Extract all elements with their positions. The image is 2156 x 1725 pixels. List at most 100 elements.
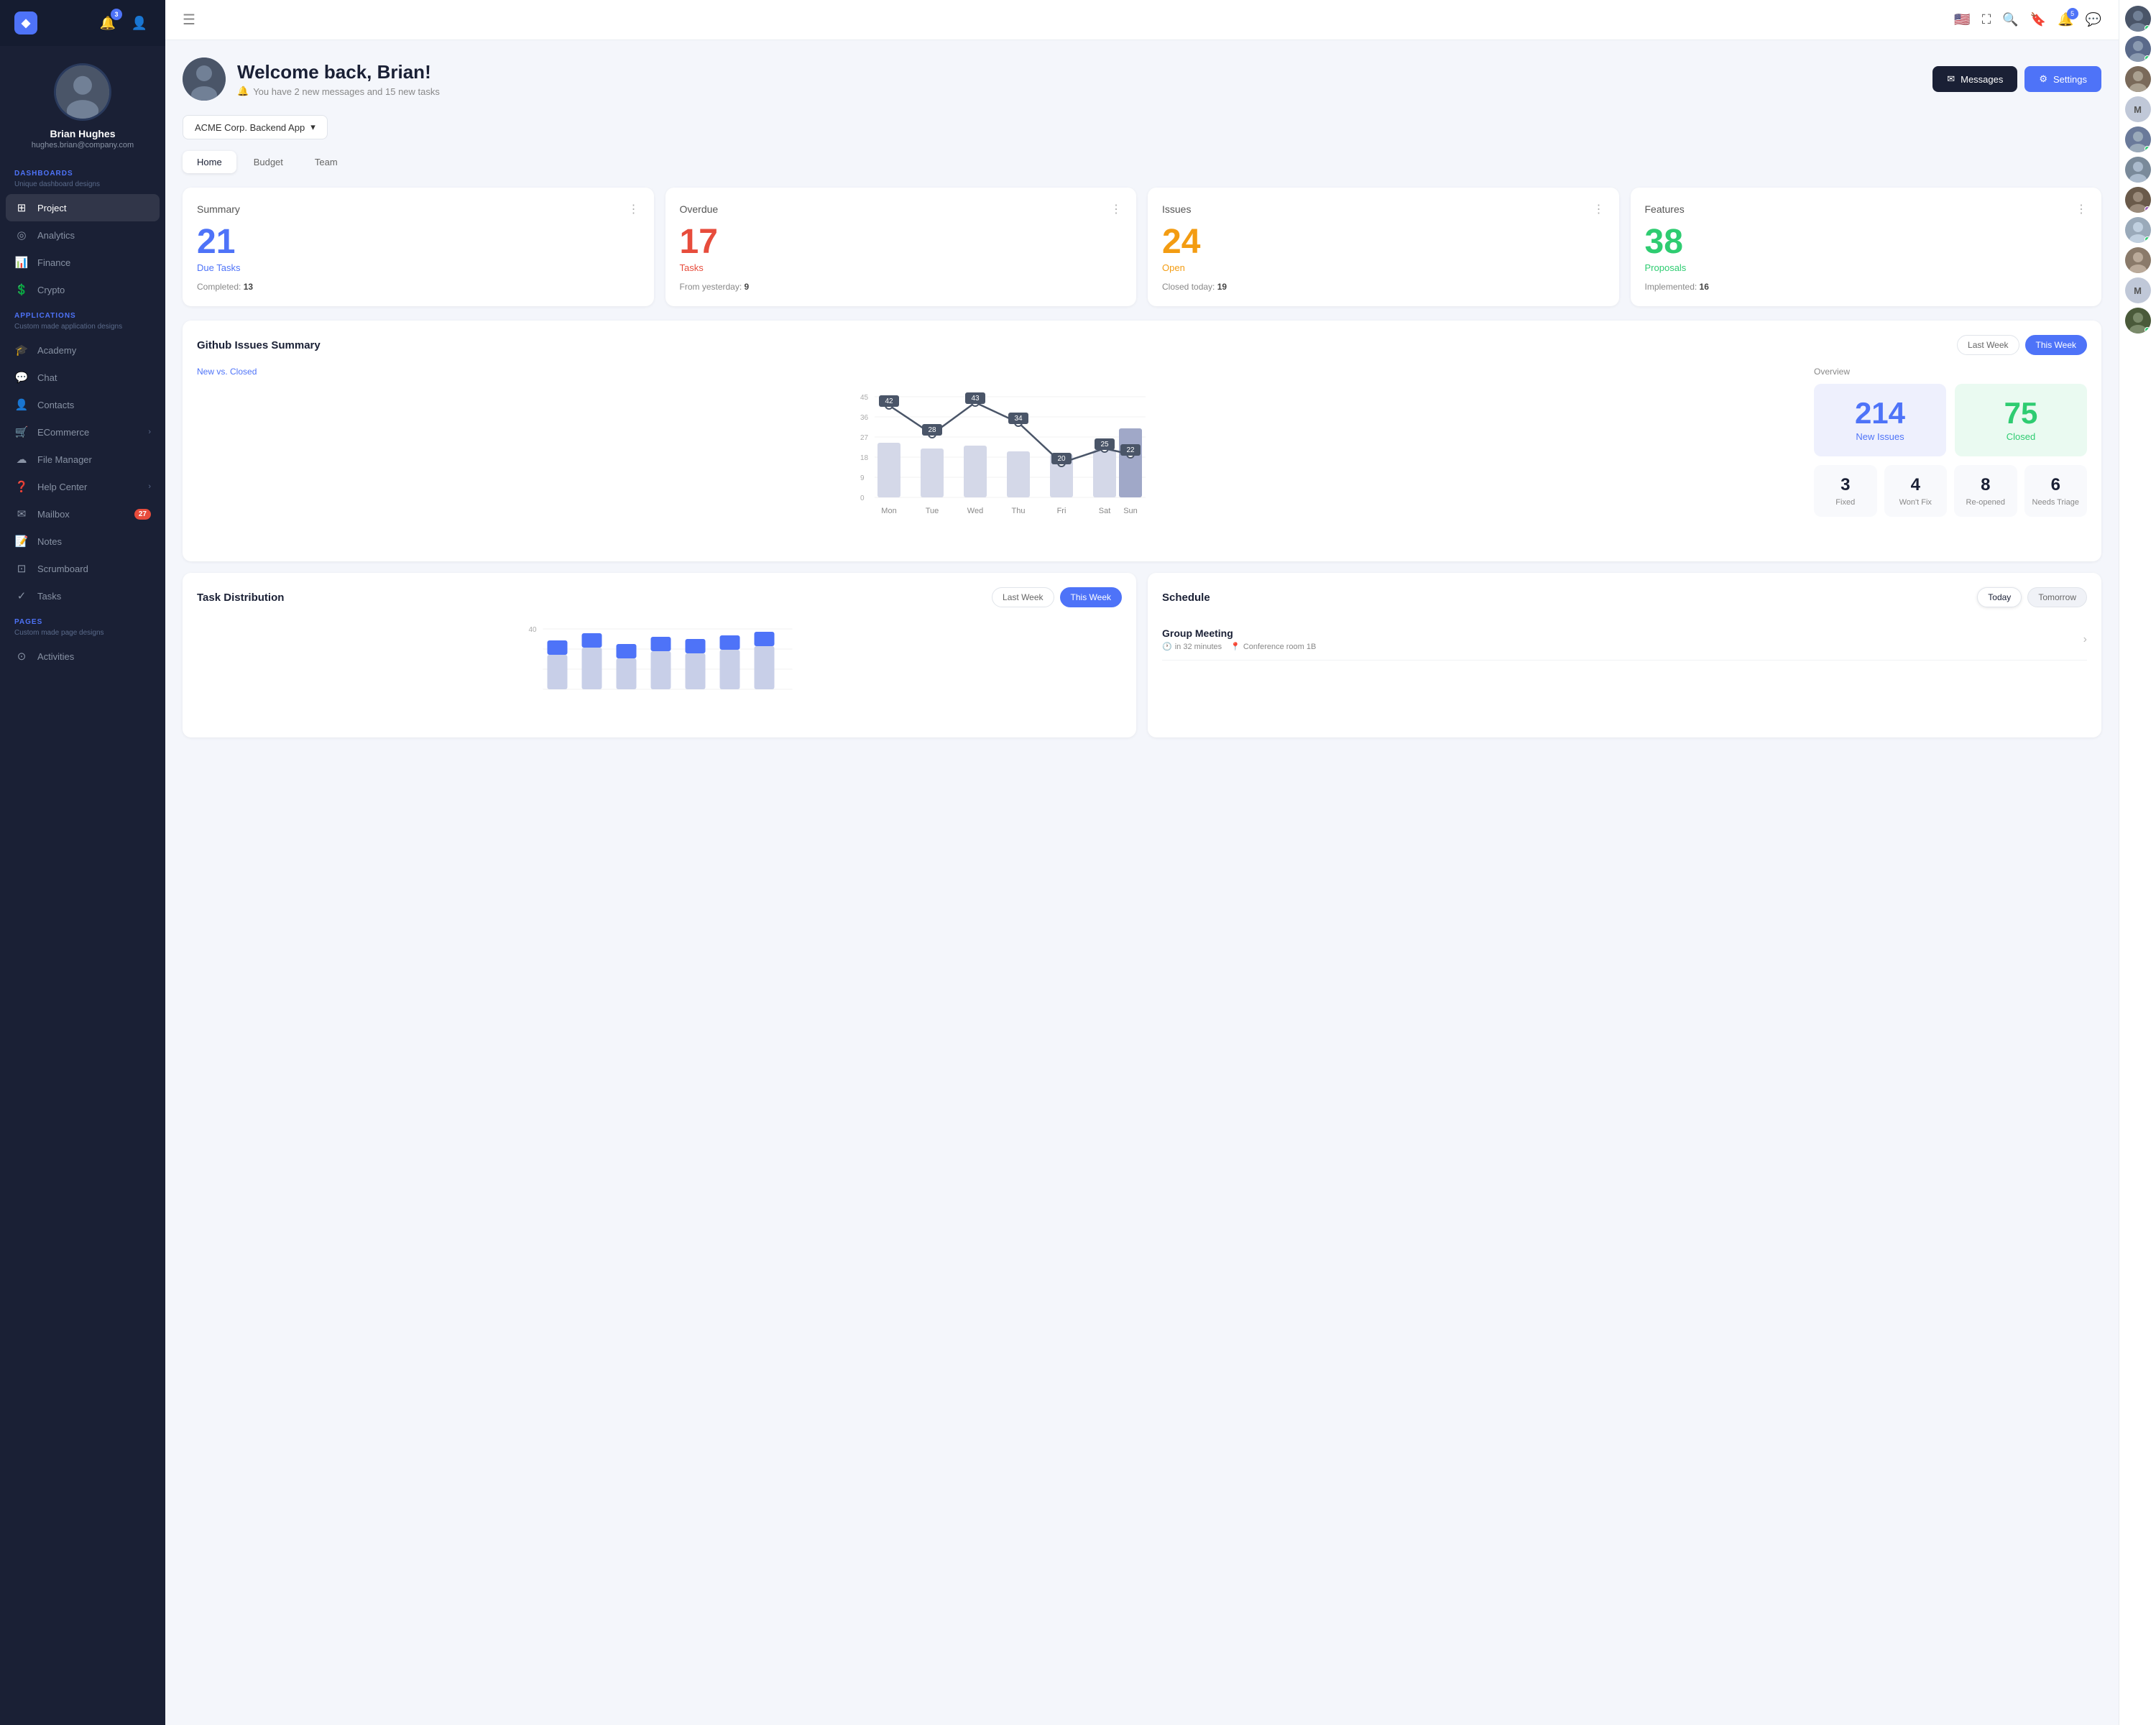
right-avatar-7[interactable] bbox=[2125, 187, 2151, 213]
sidebar-item-tasks[interactable]: ✓ Tasks bbox=[0, 582, 165, 610]
schedule-tabs: Today Tomorrow bbox=[1977, 587, 2087, 607]
card-overdue-header: Overdue ⋮ bbox=[680, 202, 1123, 216]
summary-cards: Summary ⋮ 21 Due Tasks Completed: 13 Ove… bbox=[183, 188, 2101, 306]
schedule-tab-today[interactable]: Today bbox=[1977, 587, 2022, 607]
schedule-event-group-meeting: Group Meeting 🕐 in 32 minutes 📍 Conferen… bbox=[1162, 619, 2087, 661]
sidebar-item-file-manager[interactable]: ☁ File Manager bbox=[0, 446, 165, 473]
right-avatar-3[interactable] bbox=[2125, 66, 2151, 92]
right-avatar-8[interactable] bbox=[2125, 217, 2151, 243]
sidebar-item-activities[interactable]: ⊙ Activities bbox=[0, 643, 165, 670]
top-bar: ☰ 🇺🇸 ⛶ 🔍 🔖 🔔 5 💬 bbox=[165, 0, 2119, 40]
settings-button[interactable]: ⚙ Settings bbox=[2024, 66, 2101, 92]
notes-icon: 📝 bbox=[14, 535, 29, 548]
notifications-button[interactable]: 🔔 3 bbox=[96, 12, 119, 34]
svg-text:Wed: Wed bbox=[967, 507, 983, 515]
academy-icon: 🎓 bbox=[14, 344, 29, 356]
sidebar-item-help-center[interactable]: ❓ Help Center › bbox=[0, 473, 165, 500]
github-this-week-btn[interactable]: This Week bbox=[2025, 335, 2087, 355]
card-issues-menu[interactable]: ⋮ bbox=[1593, 202, 1605, 216]
sidebar-item-label: Project bbox=[37, 203, 66, 213]
overdue-label: Tasks bbox=[680, 262, 1123, 273]
overdue-big-num: 17 bbox=[680, 225, 1123, 259]
main-area: ☰ 🇺🇸 ⛶ 🔍 🔖 🔔 5 💬 bbox=[165, 0, 2119, 1725]
fullscreen-icon[interactable]: ⛶ bbox=[1982, 12, 1991, 27]
app-selector[interactable]: ACME Corp. Backend App ▾ bbox=[183, 115, 328, 139]
sidebar-item-notes[interactable]: 📝 Notes bbox=[0, 528, 165, 555]
chart-right: Overview 214 New Issues 75 Closed bbox=[1814, 367, 2087, 547]
sidebar: ◆ 🔔 3 👤 Brian Hughes hughes.brian@compan… bbox=[0, 0, 165, 1725]
sidebar-item-analytics[interactable]: ◎ Analytics bbox=[0, 221, 165, 249]
new-issues-num: 214 bbox=[1855, 398, 1905, 428]
finance-icon: 📊 bbox=[14, 256, 29, 269]
top-chat-icon[interactable]: 💬 bbox=[2086, 12, 2101, 27]
sidebar-item-label: Crypto bbox=[37, 285, 65, 295]
user-menu-button[interactable]: 👤 bbox=[128, 12, 151, 34]
needs-triage-num: 6 bbox=[2032, 475, 2081, 495]
welcome-buttons: ✉ Messages ⚙ Settings bbox=[1932, 66, 2101, 92]
online-indicator bbox=[2145, 25, 2150, 31]
reopened-label: Re-opened bbox=[1961, 498, 2010, 507]
event-location: 📍 Conference room 1B bbox=[1230, 642, 1316, 651]
search-icon[interactable]: 🔍 bbox=[2002, 12, 2018, 27]
right-avatar-1[interactable] bbox=[2125, 6, 2151, 32]
contacts-icon: 👤 bbox=[14, 398, 29, 411]
tab-home[interactable]: Home bbox=[183, 151, 236, 173]
sidebar-item-academy[interactable]: 🎓 Academy bbox=[0, 336, 165, 364]
bookmark-icon[interactable]: 🔖 bbox=[2030, 12, 2046, 27]
event-title: Group Meeting bbox=[1162, 627, 1316, 639]
schedule-tab-tomorrow[interactable]: Tomorrow bbox=[2027, 587, 2087, 607]
svg-text:Sat: Sat bbox=[1099, 507, 1111, 515]
github-week-toggle: Last Week This Week bbox=[1957, 335, 2087, 355]
sidebar-item-ecommerce[interactable]: 🛒 ECommerce › bbox=[0, 418, 165, 446]
app-logo[interactable]: ◆ bbox=[14, 12, 37, 34]
card-features: Features ⋮ 38 Proposals Implemented: 16 bbox=[1631, 188, 2102, 306]
right-avatar-10[interactable]: M bbox=[2125, 277, 2151, 303]
pages-label: PAGES bbox=[0, 610, 165, 629]
right-avatar-5[interactable] bbox=[2125, 126, 2151, 152]
github-last-week-btn[interactable]: Last Week bbox=[1957, 335, 2019, 355]
flag-icon[interactable]: 🇺🇸 bbox=[1954, 12, 1970, 27]
fixed-label: Fixed bbox=[1821, 498, 1870, 507]
messages-button[interactable]: ✉ Messages bbox=[1932, 66, 2017, 92]
right-avatar-4[interactable]: M bbox=[2125, 96, 2151, 122]
sidebar-item-contacts[interactable]: 👤 Contacts bbox=[0, 391, 165, 418]
task-this-week-btn[interactable]: This Week bbox=[1060, 587, 1122, 607]
help-arrow: › bbox=[148, 482, 151, 491]
svg-text:18: 18 bbox=[860, 454, 869, 462]
card-summary-header: Summary ⋮ bbox=[197, 202, 640, 216]
summary-big-num: 21 bbox=[197, 225, 640, 259]
notifications-icon[interactable]: 🔔 5 bbox=[2058, 12, 2073, 27]
task-last-week-btn[interactable]: Last Week bbox=[992, 587, 1054, 607]
mini-stats: 3 Fixed 4 Won't Fix 8 Re-opened 6 bbox=[1814, 465, 2087, 517]
svg-text:36: 36 bbox=[860, 414, 869, 422]
right-sidebar: M M bbox=[2119, 0, 2156, 1725]
card-summary-title: Summary bbox=[197, 203, 240, 215]
user-email: hughes.brian@company.com bbox=[32, 141, 134, 150]
tab-team[interactable]: Team bbox=[300, 151, 352, 173]
right-avatar-6[interactable] bbox=[2125, 157, 2151, 183]
card-features-menu[interactable]: ⋮ bbox=[2076, 202, 2087, 216]
event-details: Group Meeting 🕐 in 32 minutes 📍 Conferen… bbox=[1162, 627, 1316, 651]
sidebar-item-crypto[interactable]: 💲 Crypto bbox=[0, 276, 165, 303]
sidebar-header: ◆ 🔔 3 👤 bbox=[0, 0, 165, 46]
right-avatar-11[interactable] bbox=[2125, 308, 2151, 334]
hamburger-menu[interactable]: ☰ bbox=[183, 11, 195, 29]
sidebar-header-icons: 🔔 3 👤 bbox=[96, 12, 151, 34]
card-overdue-menu[interactable]: ⋮ bbox=[1110, 202, 1122, 216]
event-arrow[interactable]: › bbox=[2083, 633, 2087, 646]
tab-budget[interactable]: Budget bbox=[239, 151, 298, 173]
github-issues-card: Github Issues Summary Last Week This Wee… bbox=[183, 321, 2101, 561]
sidebar-item-label: Finance bbox=[37, 257, 70, 268]
new-issues-label: New Issues bbox=[1856, 431, 1904, 442]
sidebar-item-scrumboard[interactable]: ⊡ Scrumboard bbox=[0, 555, 165, 582]
card-summary-menu[interactable]: ⋮ bbox=[628, 202, 640, 216]
sidebar-item-project[interactable]: ⊞ Project bbox=[6, 194, 160, 221]
scrumboard-icon: ⊡ bbox=[14, 562, 29, 575]
clock-icon: 🕐 bbox=[1162, 642, 1172, 651]
sidebar-item-chat[interactable]: 💬 Chat bbox=[0, 364, 165, 391]
sidebar-item-finance[interactable]: 📊 Finance bbox=[0, 249, 165, 276]
online-indicator bbox=[2145, 146, 2150, 152]
right-avatar-9[interactable] bbox=[2125, 247, 2151, 273]
sidebar-item-mailbox[interactable]: ✉ Mailbox 27 bbox=[0, 500, 165, 528]
right-avatar-2[interactable] bbox=[2125, 36, 2151, 62]
